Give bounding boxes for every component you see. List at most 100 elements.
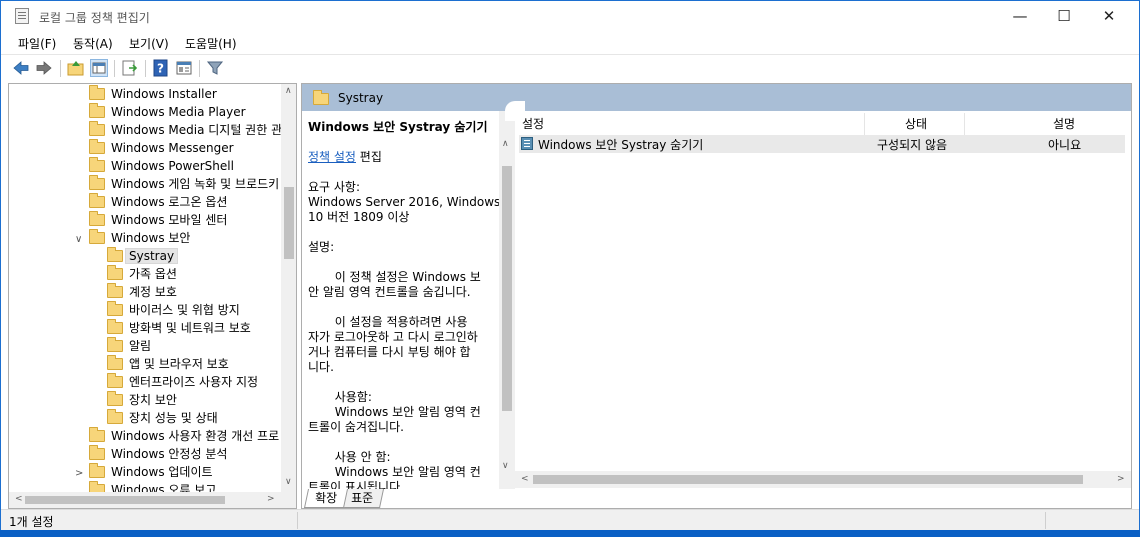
folder-icon [89, 445, 105, 460]
scrollbar-thumb[interactable] [284, 187, 294, 259]
description-label: 설명: [308, 240, 335, 254]
tree-item[interactable]: 엔터프라이즈 사용자 지정 [107, 373, 258, 392]
folder-icon [313, 90, 329, 105]
tab-extended-label: 확장 [315, 491, 338, 505]
column-header-state[interactable]: 상태 [905, 115, 927, 137]
settings-list[interactable]: 설정 상태 설명 Windows 보안 Systray 숨기기 구성되지 않음 … [505, 101, 1131, 489]
tree-item[interactable]: 장치 보안 [107, 391, 177, 410]
tree-item[interactable]: Windows Media 디지털 권한 관 [89, 121, 282, 140]
folder-icon [89, 157, 105, 172]
scrollbar-thumb[interactable] [533, 475, 1083, 484]
navigation-tree[interactable]: Windows Installer Windows Media Player Win… [8, 83, 297, 509]
menu-file[interactable]: 파일(F) [18, 35, 56, 52]
tree-item[interactable]: 장치 성능 및 상태 [107, 409, 218, 428]
collapse-arrow-icon[interactable]: > [75, 465, 83, 482]
table-row[interactable]: Windows 보안 Systray 숨기기 구성되지 않음 아니요 [519, 135, 1125, 153]
tree-item[interactable]: Windows 사용자 환경 개선 프로 [89, 427, 279, 446]
maximize-button[interactable]: ☐ [1041, 1, 1087, 32]
column-separator[interactable] [964, 113, 965, 135]
column-separator[interactable] [864, 113, 865, 135]
tree-item[interactable]: > Windows 업데이트 [75, 463, 213, 482]
tree-item[interactable]: 가족 옵션 [107, 265, 177, 284]
description-paragraph-2: 이 설정을 적용하려면 사용 자가 로그아웃하 고 다시 로그인하 거나 컴퓨터… [308, 315, 478, 374]
tree-item[interactable]: 계정 보호 [107, 283, 177, 302]
tree-item[interactable]: 방화벽 및 네트워크 보호 [107, 319, 251, 338]
tree-item[interactable]: Windows Installer [89, 85, 217, 104]
description-scrollbar[interactable]: ∧ ∨ [499, 111, 515, 489]
column-header-comment[interactable]: 설명 [1053, 115, 1075, 137]
tree-item-label: 알림 [129, 339, 152, 353]
tree-item[interactable]: ∨ Windows 보안 [75, 229, 190, 248]
back-arrow-icon[interactable] [12, 59, 30, 77]
scroll-right-arrow-icon[interactable]: > [267, 494, 275, 504]
toolbar-separator [60, 60, 61, 77]
folder-icon [107, 337, 123, 352]
up-folder-icon[interactable] [67, 59, 85, 77]
view-icon[interactable] [175, 59, 193, 77]
details-header-title: Systray [338, 91, 384, 105]
tree-item-label: Windows 게임 녹화 및 브로드키 [111, 177, 280, 191]
minimize-button[interactable]: — [997, 1, 1043, 32]
tree-item[interactable]: 바이러스 및 위협 방지 [107, 301, 240, 320]
status-text: 1개 설정 [9, 515, 54, 529]
menu-action[interactable]: 동작(A) [73, 35, 113, 52]
folder-icon [107, 391, 123, 406]
folder-icon [89, 229, 105, 244]
scroll-left-arrow-icon[interactable]: < [521, 474, 529, 484]
description-panel: Windows 보안 Systray 숨기기 정책 설정 편집 요구 사항: W… [302, 111, 515, 489]
tree-item[interactable]: 앱 및 브라우저 보호 [107, 355, 229, 374]
row-comment: 아니요 [1048, 138, 1082, 152]
forward-arrow-icon[interactable] [35, 59, 53, 77]
tab-extended[interactable]: 확장 [303, 489, 349, 508]
enabled-text: Windows 보안 알림 영역 컨 트롤이 숨겨집니다. [308, 405, 481, 434]
tree-item-label: Windows Media Player [111, 105, 246, 119]
edit-policy-link[interactable]: 정책 설정 [308, 150, 356, 164]
folder-icon [107, 265, 123, 280]
menu-view[interactable]: 보기(V) [129, 35, 169, 52]
scrollbar-thumb[interactable] [25, 496, 225, 504]
tree-item[interactable]: 알림 [107, 337, 152, 356]
main-window: 로컬 그룹 정책 편집기 — ☐ ✕ 파일(F) 동작(A) 보기(V) 도움말… [0, 0, 1140, 530]
folder-icon [89, 175, 105, 190]
list-horizontal-scrollbar[interactable]: < > [515, 471, 1131, 488]
column-header-setting[interactable]: 설정 [522, 115, 544, 137]
scroll-up-arrow-icon[interactable]: ∧ [285, 86, 292, 96]
tree-item[interactable]: Windows 게임 녹화 및 브로드키 [89, 175, 280, 194]
folder-icon [89, 121, 105, 136]
tree-item[interactable]: Windows 로그온 옵션 [89, 193, 227, 212]
title-bar[interactable]: 로컬 그룹 정책 편집기 — ☐ ✕ [1, 1, 1139, 32]
scroll-left-arrow-icon[interactable]: < [15, 494, 23, 504]
scroll-down-arrow-icon[interactable]: ∨ [502, 461, 509, 471]
menu-help[interactable]: 도움말(H) [185, 35, 237, 52]
tree-item[interactable]: Systray [107, 247, 179, 266]
disabled-text: Windows 보안 알림 영역 컨 트롤이 표시됩니다. [308, 465, 481, 489]
filter-icon[interactable] [206, 59, 224, 77]
tree-item-label: Windows PowerShell [111, 159, 234, 173]
show-hide-tree-icon[interactable] [90, 59, 108, 77]
tree-horizontal-scrollbar[interactable]: < > [9, 492, 281, 508]
toolbar-separator [199, 60, 200, 77]
export-list-icon[interactable] [121, 59, 139, 77]
tab-standard-label: 표준 [351, 491, 374, 505]
help-icon[interactable]: ? [152, 59, 170, 77]
scroll-right-arrow-icon[interactable]: > [1117, 474, 1125, 484]
scroll-down-arrow-icon[interactable]: ∨ [285, 477, 292, 487]
expand-arrow-icon[interactable]: ∨ [75, 231, 82, 248]
window-title: 로컬 그룹 정책 편집기 [39, 11, 150, 25]
view-tabs: 확장 표준 [302, 489, 1131, 508]
toolbar-separator [114, 60, 115, 77]
scroll-up-arrow-icon[interactable]: ∧ [502, 139, 509, 149]
folder-icon [107, 319, 123, 334]
tree-item[interactable]: Windows Media Player [89, 103, 246, 122]
tree-item-label: Windows 안정성 분석 [111, 447, 228, 461]
tree-item[interactable]: Windows 안정성 분석 [89, 445, 228, 464]
tree-item[interactable]: Windows 모바일 센터 [89, 211, 227, 230]
tree-item-label: Systray [125, 248, 179, 264]
close-button[interactable]: ✕ [1086, 1, 1132, 32]
folder-icon [107, 301, 123, 316]
tree-item[interactable]: Windows Messenger [89, 139, 234, 158]
tree-vertical-scrollbar[interactable]: ∧ ∨ [281, 84, 296, 492]
scrollbar-thumb[interactable] [502, 166, 512, 411]
tree-item[interactable]: Windows PowerShell [89, 157, 234, 176]
toolbar-separator [145, 60, 146, 77]
